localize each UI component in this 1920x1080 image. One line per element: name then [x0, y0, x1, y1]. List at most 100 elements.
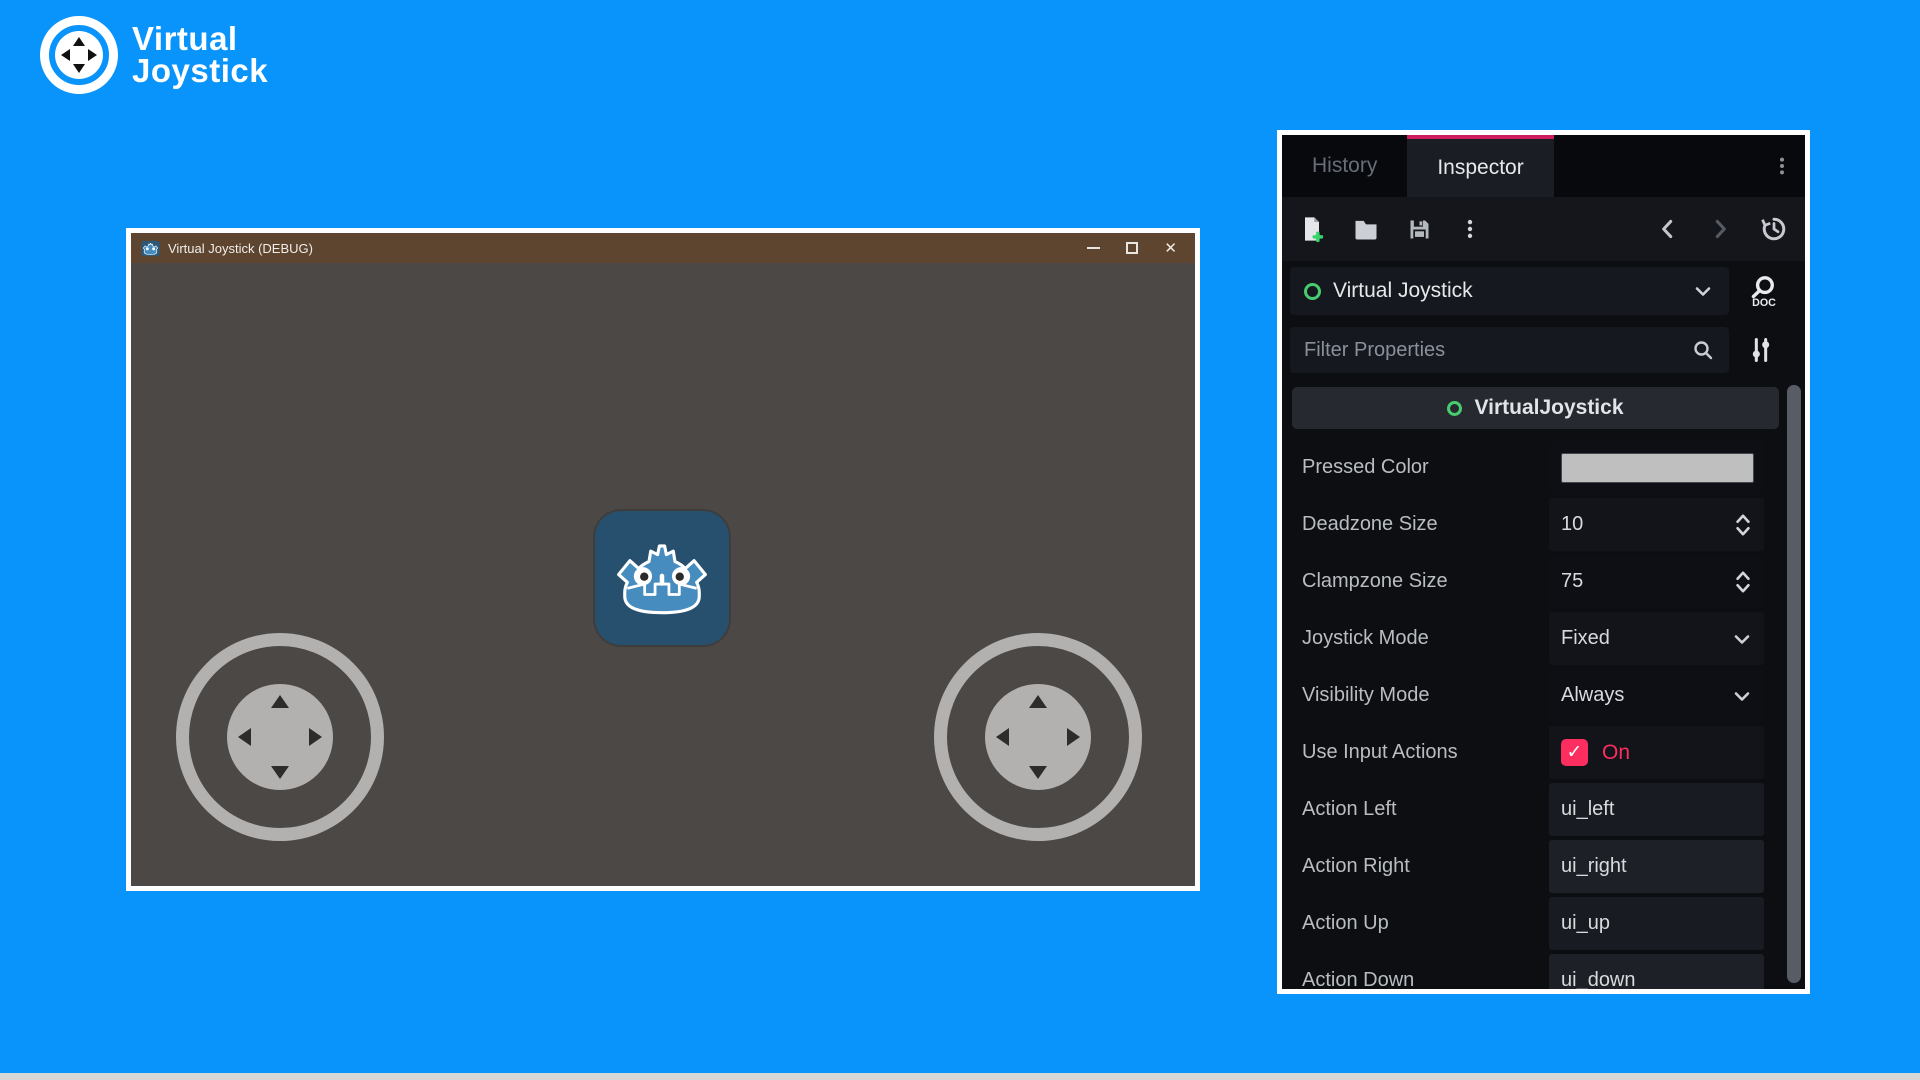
property-value-joystick-mode[interactable]: Fixed: [1549, 612, 1764, 665]
bottom-edge: [0, 1073, 1920, 1080]
property-label-action-left: Action Left: [1286, 798, 1549, 821]
property-value-clampzone-size[interactable]: 75: [1549, 555, 1764, 608]
property-value-pressed-color[interactable]: [1549, 441, 1764, 494]
inspector-panel: History Inspector: [1277, 130, 1810, 994]
property-row-clampzone-size: Clampzone Size 75: [1286, 553, 1781, 610]
control-node-icon: [1304, 283, 1321, 300]
arrow-up-icon: [271, 695, 289, 708]
arrow-left-icon: [996, 728, 1009, 746]
property-value-action-up[interactable]: ui_up: [1549, 897, 1764, 950]
arrow-down-icon: [73, 64, 85, 73]
property-row-action-down: Action Down ui_down: [1286, 952, 1781, 989]
color-swatch[interactable]: [1561, 453, 1754, 483]
property-row-visibility-mode: Visibility ModeAlways: [1286, 667, 1781, 724]
object-history-button[interactable]: [1759, 214, 1789, 244]
virtual-joystick-left[interactable]: [176, 633, 384, 841]
property-row-pressed-color: Pressed Color: [1286, 439, 1781, 496]
property-label-action-up: Action Up: [1286, 912, 1549, 935]
maximize-button[interactable]: [1126, 242, 1138, 254]
history-back-button[interactable]: [1655, 216, 1681, 242]
value-text: 75: [1561, 570, 1718, 593]
joystick-logo-icon: [40, 16, 118, 94]
property-rows: Pressed ColorDeadzone Size10Clampzone Si…: [1286, 439, 1781, 989]
filter-properties-box[interactable]: [1290, 327, 1729, 373]
godot-splash-logo: [595, 511, 729, 645]
filter-row: [1282, 321, 1805, 379]
tab-inspector[interactable]: Inspector: [1407, 135, 1553, 197]
joystick-knob[interactable]: [985, 684, 1091, 790]
property-row-deadzone-size: Deadzone Size10: [1286, 496, 1781, 553]
property-value-use-input-actions[interactable]: ✓On: [1549, 726, 1764, 779]
inspector-tabbar: History Inspector: [1282, 135, 1805, 197]
arrow-up-icon: [73, 37, 85, 46]
chevron-down-icon[interactable]: [1730, 627, 1754, 651]
window-titlebar[interactable]: Virtual Joystick (DEBUG) ✕: [131, 233, 1195, 263]
arrow-down-icon: [271, 766, 289, 779]
tabbar-spacer: [1554, 135, 1759, 197]
section-header-virtualjoystick[interactable]: VirtualJoystick: [1292, 387, 1779, 429]
property-label-clampzone-size: Clampzone Size: [1286, 570, 1549, 593]
property-row-joystick-mode: Joystick Mode Fixed: [1286, 610, 1781, 667]
value-text[interactable]: ui_up: [1561, 912, 1754, 935]
app-title-line1: Virtual: [132, 23, 268, 55]
scrollbar-thumb[interactable]: [1787, 385, 1801, 983]
property-value-action-left[interactable]: ui_left: [1549, 783, 1764, 836]
value-text[interactable]: ui_left: [1561, 798, 1754, 821]
arrow-up-icon: [1029, 695, 1047, 708]
game-viewport: [131, 263, 1195, 886]
godot-robot-icon: [610, 532, 714, 624]
doc-label: DOC: [1752, 297, 1776, 308]
resource-extra-menu-icon[interactable]: [1459, 216, 1481, 242]
property-row-action-left: Action Left ui_left: [1286, 781, 1781, 838]
chevron-down-icon[interactable]: [1730, 684, 1754, 708]
godot-icon: [141, 239, 160, 258]
properties-panel: VirtualJoystick Pressed Color Deadzone Si…: [1282, 379, 1805, 989]
property-label-action-down: Action Down: [1286, 969, 1549, 989]
node-selector-row: Virtual Joystick DOC: [1282, 261, 1805, 321]
arrow-right-icon: [309, 728, 322, 746]
open-docs-button[interactable]: DOC: [1729, 274, 1793, 308]
property-label-visibility-mode: Visibility Mode: [1286, 684, 1549, 707]
property-value-deadzone-size[interactable]: 10: [1549, 498, 1764, 551]
section-header-label: VirtualJoystick: [1474, 396, 1623, 420]
value-text[interactable]: ui_down: [1561, 969, 1754, 989]
property-value-action-down[interactable]: ui_down: [1549, 954, 1764, 989]
property-value-action-right[interactable]: ui_right: [1549, 840, 1764, 893]
property-label-pressed-color: Pressed Color: [1286, 456, 1549, 479]
joystick-knob[interactable]: [227, 684, 333, 790]
arrow-right-icon: [1067, 728, 1080, 746]
virtual-joystick-right[interactable]: [934, 633, 1142, 841]
history-forward-button[interactable]: [1707, 216, 1733, 242]
filter-properties-input[interactable]: [1304, 339, 1679, 362]
joystick-knob: [55, 31, 103, 79]
property-row-use-input-actions: Use Input Actions✓On: [1286, 724, 1781, 781]
scrollbar[interactable]: [1787, 383, 1801, 985]
checkbox-checked-icon[interactable]: ✓: [1561, 739, 1588, 766]
control-node-icon: [1447, 401, 1462, 416]
chevron-down-icon: [1691, 279, 1715, 303]
property-value-visibility-mode[interactable]: Always: [1549, 669, 1764, 722]
arrow-right-icon: [88, 49, 97, 61]
minimize-button[interactable]: [1087, 247, 1100, 249]
app-title-line2: Joystick: [132, 55, 268, 87]
property-label-use-input-actions: Use Input Actions: [1286, 741, 1549, 764]
node-selector[interactable]: Virtual Joystick: [1290, 267, 1729, 315]
close-button[interactable]: ✕: [1164, 241, 1177, 256]
stepper-icon[interactable]: [1732, 512, 1754, 538]
game-window: Virtual Joystick (DEBUG) ✕: [126, 228, 1200, 891]
new-resource-button[interactable]: [1298, 215, 1326, 243]
value-text: 10: [1561, 513, 1718, 536]
window-title: Virtual Joystick (DEBUG): [168, 241, 1079, 256]
panel-menu-icon[interactable]: [1759, 135, 1805, 197]
load-resource-button[interactable]: [1352, 215, 1380, 243]
property-label-joystick-mode: Joystick Mode: [1286, 627, 1549, 650]
property-row-action-up: Action Up ui_up: [1286, 895, 1781, 952]
tab-history[interactable]: History: [1282, 135, 1407, 197]
node-selector-value: Virtual Joystick: [1333, 279, 1679, 303]
value-text: Fixed: [1561, 627, 1716, 650]
stepper-icon[interactable]: [1732, 569, 1754, 595]
property-row-action-right: Action Rightui_right: [1286, 838, 1781, 895]
value-text[interactable]: ui_right: [1561, 855, 1754, 878]
filter-tools-icon[interactable]: [1729, 336, 1793, 364]
save-resource-button[interactable]: [1406, 216, 1433, 243]
